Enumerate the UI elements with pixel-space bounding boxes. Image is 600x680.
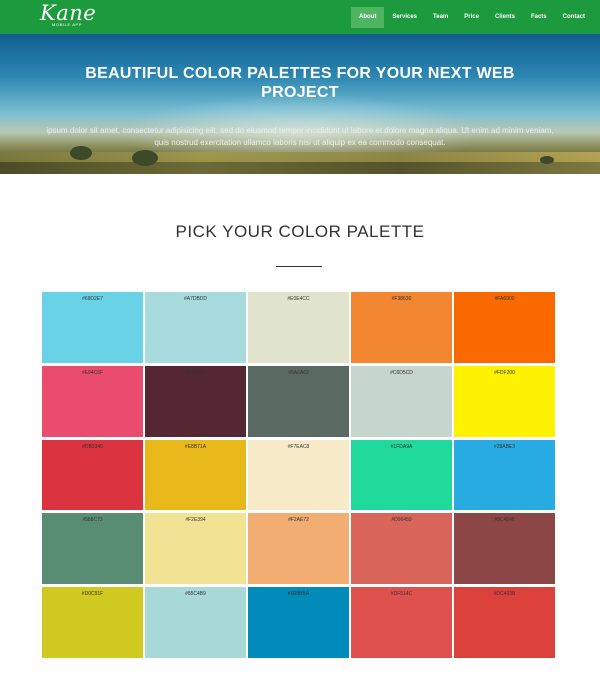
color-swatch[interactable]: #FA6900 [454, 292, 555, 363]
color-swatch[interactable]: #588C73 [42, 513, 143, 585]
color-swatch-label: #F2AE72 [288, 517, 309, 524]
color-swatch[interactable]: #69D2E7 [42, 292, 143, 363]
color-swatch-label: #E8B71A [184, 443, 207, 450]
color-palette-grid: #69D2E7 #A7DBDD #E0E4CC #F38630 #FA6900 #E94C… [42, 292, 555, 658]
nav-item-services[interactable]: Services [384, 7, 425, 28]
logo-text: Kane [40, 1, 97, 25]
main-menu: About Services Team Price Clients Facts … [351, 7, 593, 28]
hero-text: ipsum dolor sit amet, consectetur adipis… [46, 126, 554, 147]
hero-tree [132, 150, 158, 166]
color-swatch-label: #E0E4CC [287, 296, 310, 302]
nav-item-clients[interactable]: Clients [487, 7, 523, 28]
color-swatch-label: #DC403B [493, 591, 516, 598]
color-swatch-label: #588C73 [82, 517, 103, 524]
nav-item-contact[interactable]: Contact [555, 7, 593, 28]
color-swatch-label: #D96459 [391, 517, 412, 524]
nav-item-team[interactable]: Team [425, 7, 456, 28]
color-swatch[interactable]: #E8B71A [145, 439, 246, 511]
nav-item-about[interactable]: About [351, 7, 385, 28]
color-swatch[interactable]: #8C4646 [454, 513, 555, 585]
color-swatch-label: #A7DBDD [183, 296, 208, 302]
color-swatch-label: #D0C91F [81, 591, 104, 598]
color-swatch-label: #69D2E7 [82, 296, 103, 302]
color-swatch-label: #FA6900 [494, 296, 515, 302]
hero-tree [540, 156, 554, 164]
color-swatch[interactable]: #E0E4CC [248, 292, 349, 363]
top-navbar: Kane MOBILE APP About Services Team Pric… [0, 0, 600, 34]
color-swatch-label: #28ABE3 [493, 443, 516, 450]
color-swatch[interactable]: #DC403B [454, 587, 555, 658]
section-title: PICK YOUR COLOR PALETTE [175, 222, 425, 241]
color-swatch-label: #1FDA9A [390, 443, 413, 450]
color-swatch[interactable]: #C6D5CD [351, 365, 452, 437]
hero-field-near [0, 162, 600, 174]
color-swatch[interactable]: #DB3340 [42, 439, 143, 511]
color-swatch-label: #C6D5CD [390, 369, 413, 376]
color-swatch[interactable]: #1FDA9A [351, 439, 452, 511]
title-divider [276, 266, 322, 267]
color-swatch[interactable]: #F7EAC8 [248, 439, 349, 511]
color-swatch-label: #F2E394 [185, 517, 206, 524]
color-swatch[interactable]: #DF514C [351, 587, 452, 658]
color-swatch-label: #5A6A62 [288, 369, 309, 376]
color-swatch[interactable]: #D96459 [351, 513, 452, 585]
color-swatch[interactable]: #F2AE72 [248, 513, 349, 585]
color-swatch-label: #F38630 [391, 296, 412, 302]
hero-banner: BEAUTIFUL COLOR PALETTES FOR YOUR NEXT W… [0, 34, 600, 174]
color-swatch[interactable]: #28ABE3 [454, 439, 555, 511]
color-swatch[interactable]: #5A6A62 [248, 365, 349, 437]
nav-item-price[interactable]: Price [456, 7, 487, 28]
color-swatch-label: #542733 [185, 369, 206, 376]
color-swatch[interactable]: #FDF200 [454, 365, 555, 437]
color-swatch-label: #85C4B9 [185, 591, 206, 598]
color-swatch[interactable]: #008BBA [248, 587, 349, 658]
brand-logo[interactable]: Kane MOBILE APP [40, 1, 97, 28]
color-swatch[interactable]: #A7DBDD [145, 292, 246, 363]
color-swatch-label: #E94C6F [81, 369, 104, 376]
color-swatch[interactable]: #542733 [145, 365, 246, 437]
color-swatch[interactable]: #85C4B9 [145, 587, 246, 658]
color-swatch[interactable]: #F2E394 [145, 513, 246, 585]
color-swatch-label: #DF514C [390, 591, 413, 598]
color-swatch-label: #DB3340 [82, 443, 103, 450]
hero-title: BEAUTIFUL COLOR PALETTES FOR YOUR NEXT W… [85, 65, 515, 101]
color-swatch-label: #FDF200 [494, 369, 515, 376]
color-swatch-label: #F7EAC8 [287, 443, 310, 450]
color-swatch-label: #8C4646 [494, 517, 515, 524]
color-swatch[interactable]: #F38630 [351, 292, 452, 363]
color-swatch[interactable]: #D0C91F [42, 587, 143, 658]
color-swatch[interactable]: #E94C6F [42, 365, 143, 437]
nav-item-facts[interactable]: Facts [523, 7, 555, 28]
color-swatch-label: #008BBA [287, 591, 310, 598]
